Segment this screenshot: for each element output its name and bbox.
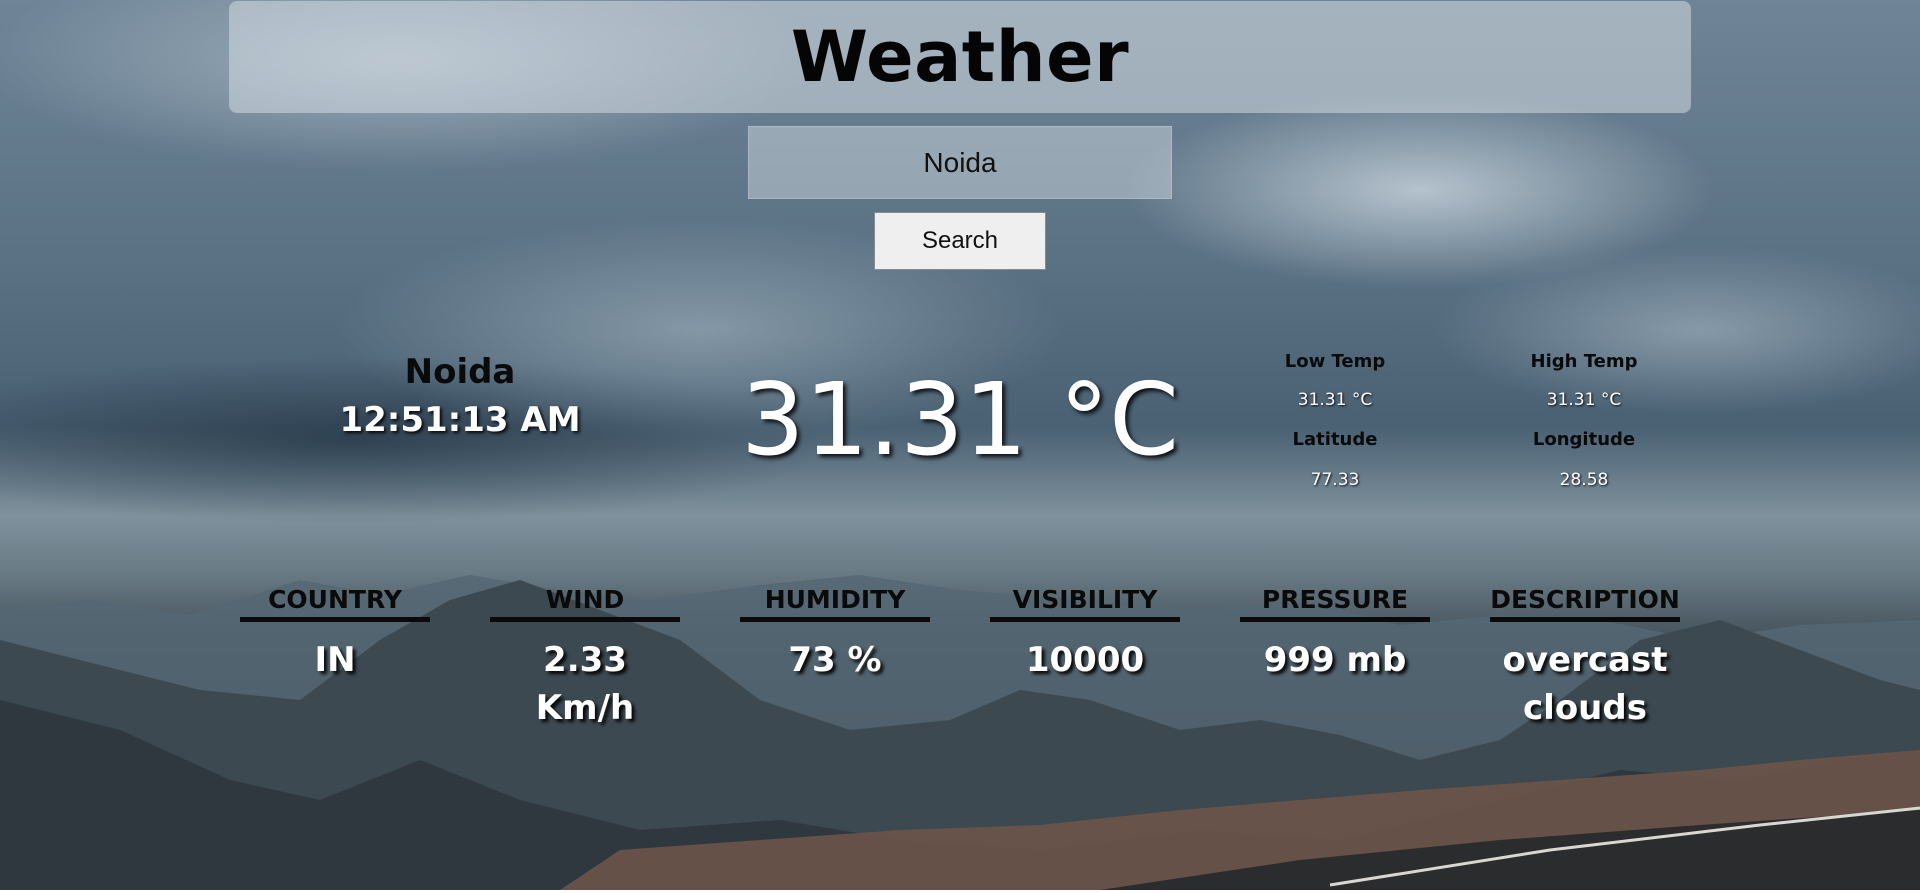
country-label: COUNTRY — [240, 583, 430, 622]
description-value: overcast clouds — [1502, 640, 1668, 728]
high-temp-label: High Temp — [1530, 351, 1638, 372]
location-block: Noida 12:51:13 AM — [310, 348, 610, 444]
latitude-value: 77.33 — [1310, 470, 1360, 490]
metric-country: COUNTRY IN — [240, 583, 430, 684]
metric-visibility: VISIBILITY 10000 — [990, 583, 1180, 684]
local-time: 12:51:13 AM — [339, 400, 581, 440]
humidity-value: 73 % — [788, 640, 882, 680]
high-temp-stat: High Temp 31.31 °C — [1484, 350, 1684, 412]
longitude-stat: Longitude 28.58 — [1484, 428, 1684, 492]
header-banner: Weather — [229, 1, 1691, 113]
longitude-value: 28.58 — [1559, 470, 1609, 490]
latitude-stat: Latitude 77.33 — [1235, 428, 1435, 492]
visibility-value: 10000 — [1025, 640, 1145, 680]
high-temp-value: 31.31 °C — [1546, 390, 1622, 410]
city-name: Noida — [404, 352, 516, 392]
city-search-input[interactable] — [748, 126, 1172, 199]
metric-description: DESCRIPTION overcast clouds — [1490, 583, 1680, 732]
country-value: IN — [314, 640, 356, 680]
low-temp-value: 31.31 °C — [1297, 390, 1373, 410]
low-temp-stat: Low Temp 31.31 °C — [1235, 350, 1435, 412]
pressure-value: 999 mb — [1263, 640, 1407, 680]
search-button[interactable]: Search — [874, 212, 1046, 270]
app-title: Weather — [790, 16, 1130, 98]
pressure-label: PRESSURE — [1240, 583, 1430, 622]
current-temperature: 31.31 °C — [741, 361, 1179, 478]
humidity-label: HUMIDITY — [740, 583, 930, 622]
longitude-label: Longitude — [1532, 429, 1636, 450]
low-temp-label: Low Temp — [1284, 351, 1386, 372]
metric-wind: WIND 2.33 Km/h — [490, 583, 680, 732]
metric-pressure: PRESSURE 999 mb — [1240, 583, 1430, 684]
description-label: DESCRIPTION — [1490, 583, 1680, 622]
wind-label: WIND — [490, 583, 680, 622]
latitude-label: Latitude — [1292, 429, 1378, 450]
visibility-label: VISIBILITY — [990, 583, 1180, 622]
metric-humidity: HUMIDITY 73 % — [740, 583, 930, 684]
wind-value: 2.33 Km/h — [535, 640, 635, 728]
